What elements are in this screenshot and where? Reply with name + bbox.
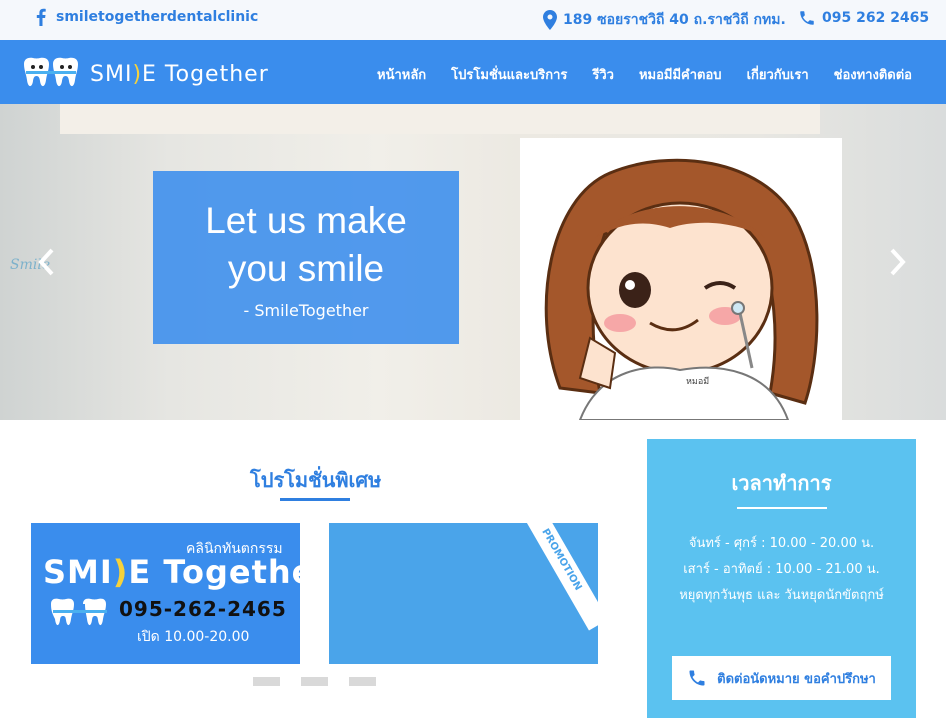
opening-hours-title: เวลาทำการ bbox=[731, 471, 832, 495]
facebook-link[interactable]: smiletogetherdentalclinic bbox=[36, 8, 258, 26]
brand-part1: SMI bbox=[90, 61, 133, 87]
chevron-left-icon bbox=[38, 248, 54, 276]
phone-icon bbox=[689, 670, 705, 686]
hours-weekend: เสาร์ - อาทิตย์ : 10.00 - 21.00 น. bbox=[683, 562, 880, 577]
promotion-ribbon: PROMOTION bbox=[513, 523, 598, 631]
facebook-icon bbox=[36, 8, 46, 26]
brand-part2: E Together bbox=[142, 61, 269, 87]
address-label: 189 ซอยราชวิถี 40 ถ.ราชวิถี กทม. bbox=[563, 12, 786, 28]
opening-hours-underline bbox=[736, 507, 827, 509]
hero-byline: - SmileTogether bbox=[243, 301, 369, 320]
hours-weekday: จันทร์ - ศุกร์ : 10.00 - 20.00 น. bbox=[688, 536, 875, 551]
phone-link[interactable]: 095 262 2465 bbox=[798, 9, 929, 27]
opening-hours-lines: จันทร์ - ศุกร์ : 10.00 - 20.00 น. เสาร์ … bbox=[647, 531, 916, 609]
hero-ceiling bbox=[60, 104, 820, 134]
main-nav: หน้าหลัก โปรโมชั่นและบริการ รีวิว หมอมีม… bbox=[377, 64, 912, 85]
dentist-cartoon-illustration: หมอมี bbox=[544, 158, 819, 421]
carousel-dot-3[interactable] bbox=[349, 677, 376, 686]
brand-name: SMI)E Together bbox=[90, 62, 269, 87]
slider-prev-button[interactable] bbox=[36, 247, 60, 281]
top-bar: smiletogetherdentalclinic 189 ซอยราชวิถี… bbox=[0, 0, 946, 40]
book-appointment-button[interactable]: ติดต่อนัดหมาย ขอคำปรึกษา bbox=[672, 656, 891, 700]
phone-label: 095 262 2465 bbox=[822, 10, 930, 26]
promo-card-brand-part1: SMI bbox=[43, 553, 113, 591]
facebook-label: smiletogetherdentalclinic bbox=[56, 9, 259, 25]
phone-icon bbox=[800, 11, 814, 25]
nav-home[interactable]: หน้าหลัก bbox=[377, 64, 426, 85]
promo-card-hours: เปิด 10.00-20.00 bbox=[137, 629, 250, 645]
nav-promotions[interactable]: โปรโมชั่นและบริการ bbox=[451, 64, 567, 85]
teeth-logo-icon bbox=[24, 57, 78, 87]
promotions-title-underline bbox=[280, 498, 350, 501]
hero-headline-line2: you smile bbox=[227, 248, 385, 289]
carousel-dot-2[interactable] bbox=[301, 677, 328, 686]
hero-headline-line1: Let us make bbox=[205, 200, 407, 241]
promo-card-clinic[interactable]: คลินิกทันตกรรม SMI)E Together 095-262-24… bbox=[31, 523, 300, 664]
hero-headline: Let us make you smile bbox=[153, 171, 459, 293]
address-link[interactable]: 189 ซอยราชวิถี 40 ถ.ราชวิถี กทม. bbox=[543, 9, 786, 31]
book-appointment-label: ติดต่อนัดหมาย ขอคำปรึกษา bbox=[717, 671, 876, 687]
promo-card-brand-part2: E Together bbox=[128, 553, 300, 591]
nav-dr-mee-answers[interactable]: หมอมีมีคำตอบ bbox=[639, 64, 722, 85]
promo-card-2[interactable]: PROMOTION bbox=[329, 523, 598, 664]
slider-next-button[interactable] bbox=[888, 247, 912, 281]
hero-caption: Let us make you smile - SmileTogether bbox=[153, 171, 459, 344]
promo-carousel-dots bbox=[253, 677, 376, 686]
teeth-mascot-icon bbox=[51, 598, 107, 626]
promo-card-phone: 095-262-2465 bbox=[119, 597, 287, 621]
nav-reviews[interactable]: รีวิว bbox=[592, 64, 614, 85]
location-pin-icon bbox=[543, 10, 557, 30]
carousel-dot-1[interactable] bbox=[253, 677, 280, 686]
promotions-title: โปรโมชั่นพิเศษ bbox=[250, 468, 382, 492]
dentist-cartoon: หมอมี bbox=[520, 138, 842, 421]
cartoon-name-tag: หมอมี bbox=[686, 376, 709, 387]
site-logo[interactable]: SMI)E Together bbox=[22, 56, 269, 92]
promo-card-brand: SMI)E Together bbox=[43, 553, 300, 591]
chevron-right-icon bbox=[890, 248, 906, 276]
brand-accent: ) bbox=[132, 61, 143, 87]
promo-card-brand-accent: ) bbox=[112, 553, 129, 591]
hours-closed: หยุดทุกวันพุธ และ วันหยุดนักขัตฤกษ์ bbox=[679, 588, 884, 603]
nav-contact[interactable]: ช่องทางติดต่อ bbox=[834, 64, 912, 85]
nav-about[interactable]: เกี่ยวกับเรา bbox=[747, 64, 809, 85]
